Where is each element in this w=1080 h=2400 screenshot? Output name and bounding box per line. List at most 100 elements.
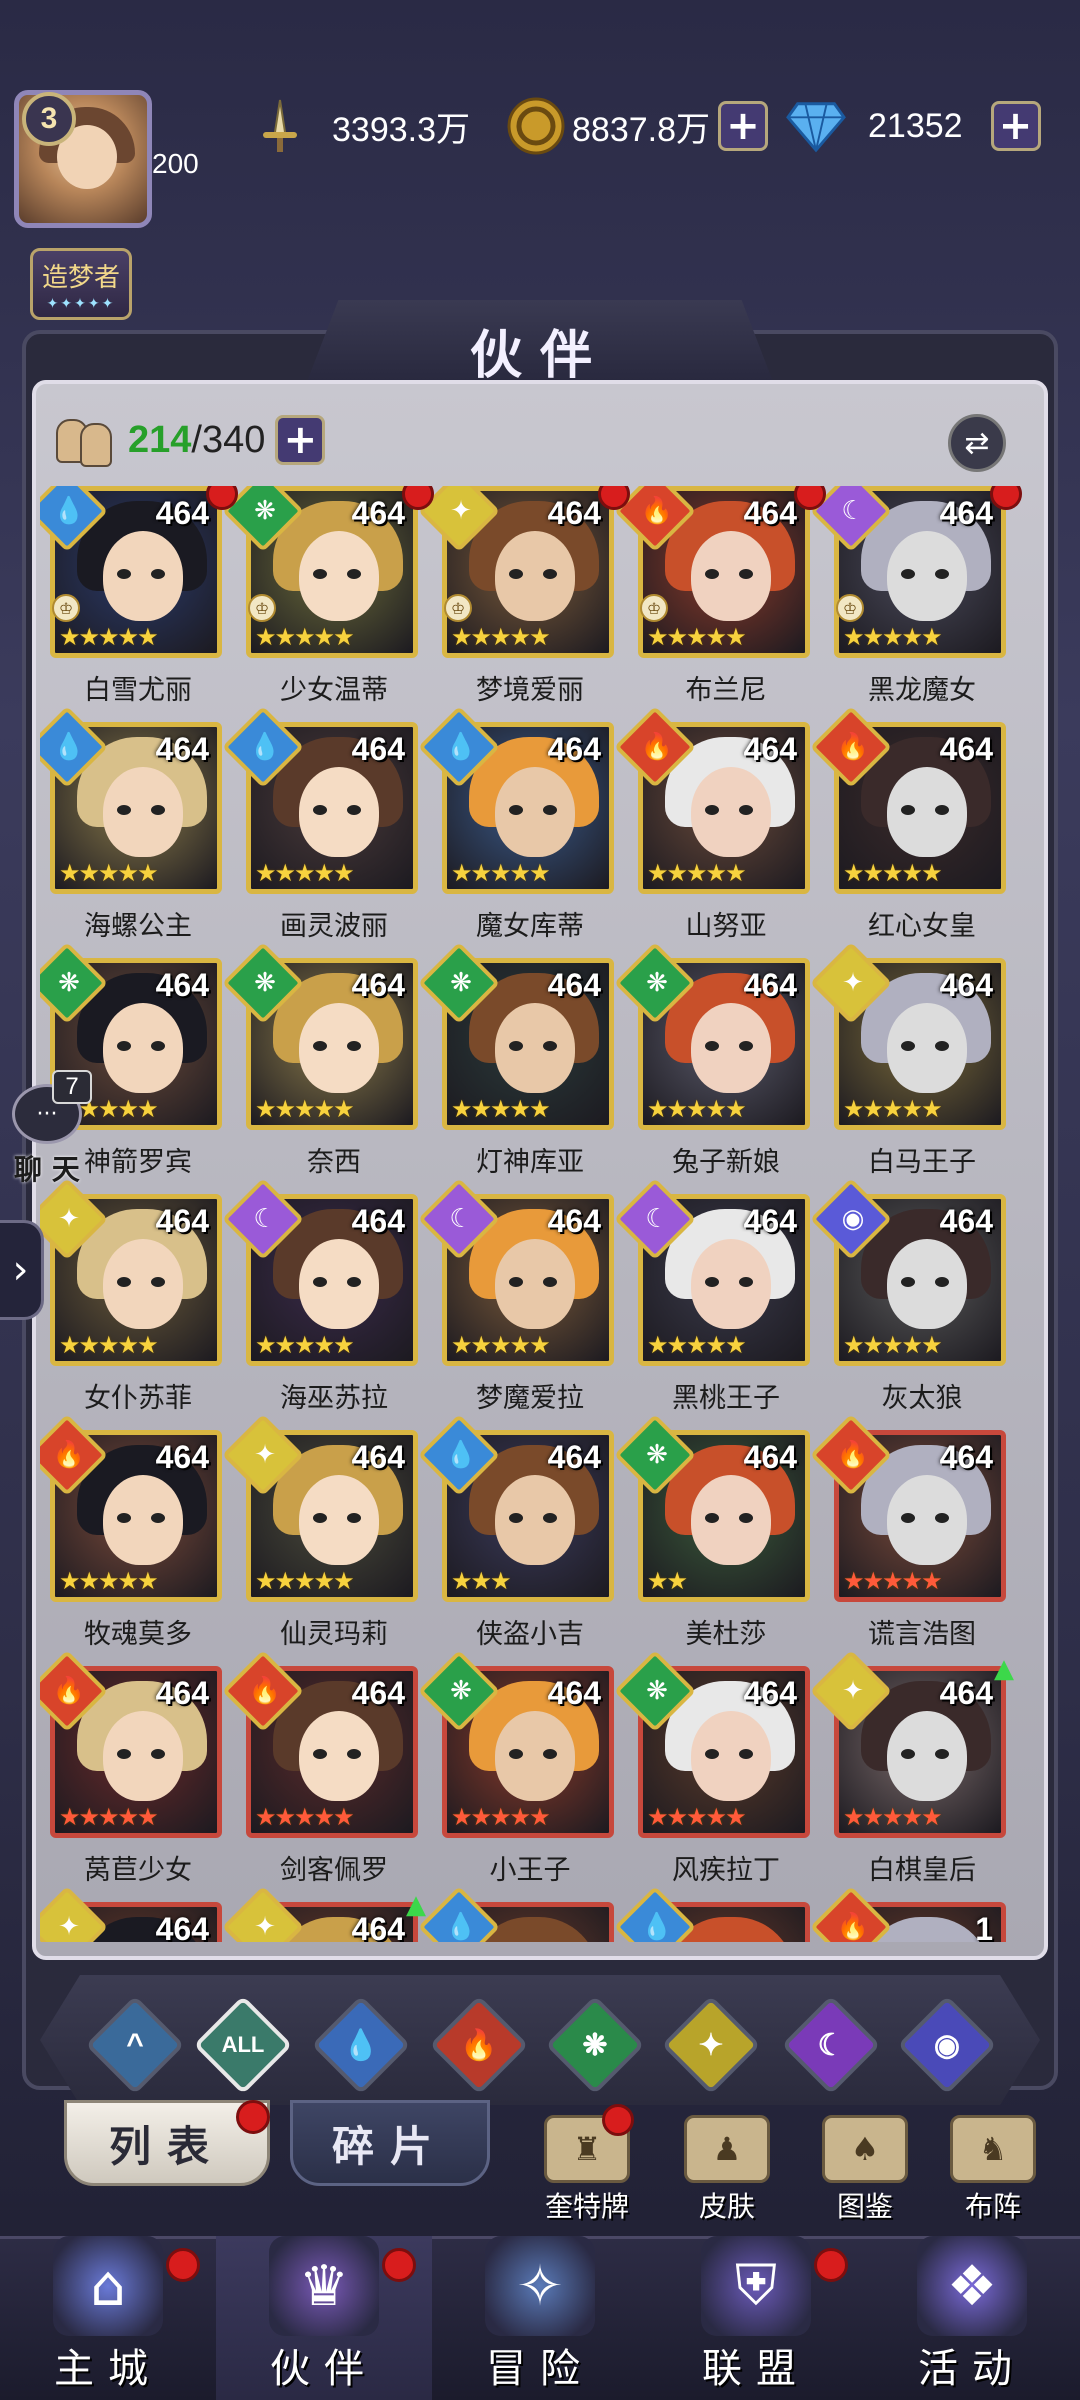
- hero-name: 灯神库亚: [476, 1147, 584, 1178]
- light-icon: ✦: [254, 1912, 276, 1942]
- hero-card[interactable]: 464 ★★★★★ ✦ 白马王子: [809, 941, 1006, 1188]
- cosmic-icon: ◉: [841, 1204, 865, 1234]
- hero-card[interactable]: 464 ★★★★★ 💧 画灵波丽: [221, 705, 418, 952]
- hero-level: 464: [547, 495, 601, 531]
- side-button-formation[interactable]: ♞ 布阵: [938, 2115, 1048, 2225]
- cosmic-icon: ◉: [933, 2028, 961, 2062]
- water-icon: 💧: [248, 732, 282, 762]
- hero-card[interactable]: 464 ★★★★★ ✦ 仙灵玛莉: [221, 1413, 418, 1660]
- portrait-eye: [543, 1749, 557, 1759]
- hero-card[interactable]: 💧: [417, 1885, 614, 1942]
- hero-card[interactable]: 464 ★★★★★ ✦ ♔ 梦境爱丽: [417, 486, 630, 716]
- hero-card[interactable]: 464 ★★★★★ ❋ 灯神库亚: [417, 941, 614, 1188]
- hero-name: 白雪尤丽: [84, 675, 192, 706]
- hero-card[interactable]: 464 ★★★ 💧 侠盗小吉: [417, 1413, 614, 1660]
- hero-card[interactable]: 464 ✦: [40, 1885, 222, 1942]
- hero-level: 464: [547, 967, 601, 1003]
- hero-level: 464: [155, 967, 209, 1003]
- player-level-badge: 3: [22, 92, 76, 146]
- portrait-face: [691, 1239, 771, 1329]
- side-button-outfit[interactable]: ♟ 皮肤: [672, 2115, 782, 2225]
- hero-card[interactable]: 464 ★★★★★ 💧 海螺公主: [40, 705, 222, 952]
- hero-card[interactable]: 464 ★★ ❋ 美杜莎: [613, 1413, 810, 1660]
- hero-card[interactable]: 464 ★★★★★ ☾ ♔ 黑龙魔女: [809, 486, 1022, 716]
- fire-icon: 🔥: [52, 1440, 86, 1470]
- hero-level: 464: [155, 1675, 209, 1711]
- chat-button[interactable]: ··· 7 聊 天: [4, 1070, 92, 1186]
- hero-card[interactable]: 464 ★★★★★ 🔥 谎言浩图: [809, 1413, 1006, 1660]
- hero-card[interactable]: 464 ★★★★★ ◉ 灰太狼: [809, 1177, 1006, 1424]
- hero-card[interactable]: 1 🔥: [809, 1885, 1006, 1942]
- hero-card[interactable]: 464 ★★★★★ ✦ ▲ 白棋皇后: [809, 1649, 1014, 1896]
- hero-name: 小王子: [489, 1855, 571, 1886]
- hero-card[interactable]: 464 ★★★★★ 🔥 剑客佩罗: [221, 1649, 418, 1896]
- portrait-eye: [509, 1749, 523, 1759]
- expand-roster-button[interactable]: +: [275, 415, 326, 465]
- light-icon: ✦: [58, 1912, 80, 1942]
- hero-name: 黑龙魔女: [868, 675, 976, 706]
- portrait-face: [103, 1239, 183, 1329]
- hero-level: 464: [155, 731, 209, 767]
- portrait-eye: [705, 1749, 719, 1759]
- wind-icon: ❋: [254, 496, 276, 526]
- nav-label: 伙伴: [270, 2346, 378, 2392]
- portrait-eye: [509, 1277, 523, 1287]
- hero-name: 侠盗小吉: [476, 1619, 584, 1650]
- hero-card[interactable]: 464 ★★★★★ 💧 ♔ 白雪尤丽: [40, 486, 238, 716]
- hero-stars: ★★★★★: [843, 623, 943, 651]
- hero-level: 464: [547, 1675, 601, 1711]
- nav-compass[interactable]: ✧ 冒险: [432, 2236, 648, 2400]
- hero-card[interactable]: 464 ★★★★★ ☾ 海巫苏拉: [221, 1177, 418, 1424]
- portrait-eye: [935, 805, 949, 815]
- fire-icon: 🔥: [52, 1676, 86, 1706]
- partners-icon: [54, 413, 118, 467]
- hero-card[interactable]: 464 ★★★★★ ☾ 黑桃王子: [613, 1177, 810, 1424]
- hero-stars: ★★★★★: [59, 1803, 159, 1831]
- roster-count: 214/340 +: [54, 410, 326, 470]
- roster-separator: /: [191, 418, 202, 461]
- fire-icon: 🔥: [836, 1440, 870, 1470]
- nav-cards[interactable]: ❖ 活动: [864, 2236, 1080, 2400]
- hero-card[interactable]: 464 ★★★★★ 🔥 牧魂莫多: [40, 1413, 222, 1660]
- portrait-face: [495, 1711, 575, 1801]
- hero-card[interactable]: 464 ★★★★★ ❋ 小王子: [417, 1649, 614, 1896]
- tab-fragments[interactable]: 碎片: [290, 2100, 490, 2186]
- wind-icon: ❋: [450, 968, 472, 998]
- fire-icon: 🔥: [836, 732, 870, 762]
- portrait-face: [299, 1711, 379, 1801]
- hero-card[interactable]: 464 ✦ ▲: [221, 1885, 426, 1942]
- light-icon: ✦: [58, 1204, 80, 1234]
- player-title-badge[interactable]: 造梦者 ✦✦✦✦✦: [30, 248, 132, 320]
- hero-card[interactable]: 464 ★★★★★ ❋ 奈西: [221, 941, 418, 1188]
- side-expand-button[interactable]: ›: [0, 1220, 44, 1320]
- add-diamond-button[interactable]: +: [990, 101, 1041, 151]
- hero-card[interactable]: 464 ★★★★★ 🔥 莴苣少女: [40, 1649, 222, 1896]
- portrait-face: [103, 1711, 183, 1801]
- hero-stars: ★★★★★: [59, 623, 159, 651]
- hero-level: 464: [939, 1439, 993, 1475]
- hero-card[interactable]: 464 ★★★★★ ❋ 兔子新娘: [613, 941, 810, 1188]
- portrait-face: [691, 767, 771, 857]
- tab-list-notification-dot: [236, 2100, 270, 2134]
- hero-stars: ★★★★★: [255, 1567, 355, 1595]
- hero-card[interactable]: 464 ★★★★★ ✦ 女仆苏菲: [40, 1177, 222, 1424]
- sort-toggle-button[interactable]: ⇄: [948, 414, 1006, 472]
- hero-card[interactable]: 464 ★★★★★ 🔥 ♔ 布兰尼: [613, 486, 826, 716]
- hero-card[interactable]: 💧: [613, 1885, 810, 1942]
- hero-card[interactable]: 464 ★★★★★ ❋ ♔ 少女温蒂: [221, 486, 434, 716]
- portrait-face: [887, 1239, 967, 1329]
- side-button-codex[interactable]: ♠ 图鉴: [810, 2115, 920, 2225]
- hero-card[interactable]: 464 ★★★★★ ☾ 梦魔爱拉: [417, 1177, 614, 1424]
- hat-icon: ♛: [269, 2236, 379, 2336]
- hero-card[interactable]: 464 ★★★★★ 🔥 红心女皇: [809, 705, 1006, 952]
- add-gold-button[interactable]: +: [718, 101, 768, 151]
- diamond-value: 21352: [868, 106, 963, 145]
- portrait-eye: [739, 1749, 753, 1759]
- hero-card[interactable]: 464 ★★★★★ 💧 魔女库蒂: [417, 705, 614, 952]
- hero-name: 梦境爱丽: [476, 675, 584, 706]
- hero-card[interactable]: 464 ★★★★★ 🔥 山努亚: [613, 705, 810, 952]
- hero-stars: ★★★★★: [255, 1095, 355, 1123]
- hero-card[interactable]: 464 ★★★★★ ❋ 风疾拉丁: [613, 1649, 810, 1896]
- fire-icon: 🔥: [248, 1676, 282, 1706]
- light-icon: ✦: [450, 496, 472, 526]
